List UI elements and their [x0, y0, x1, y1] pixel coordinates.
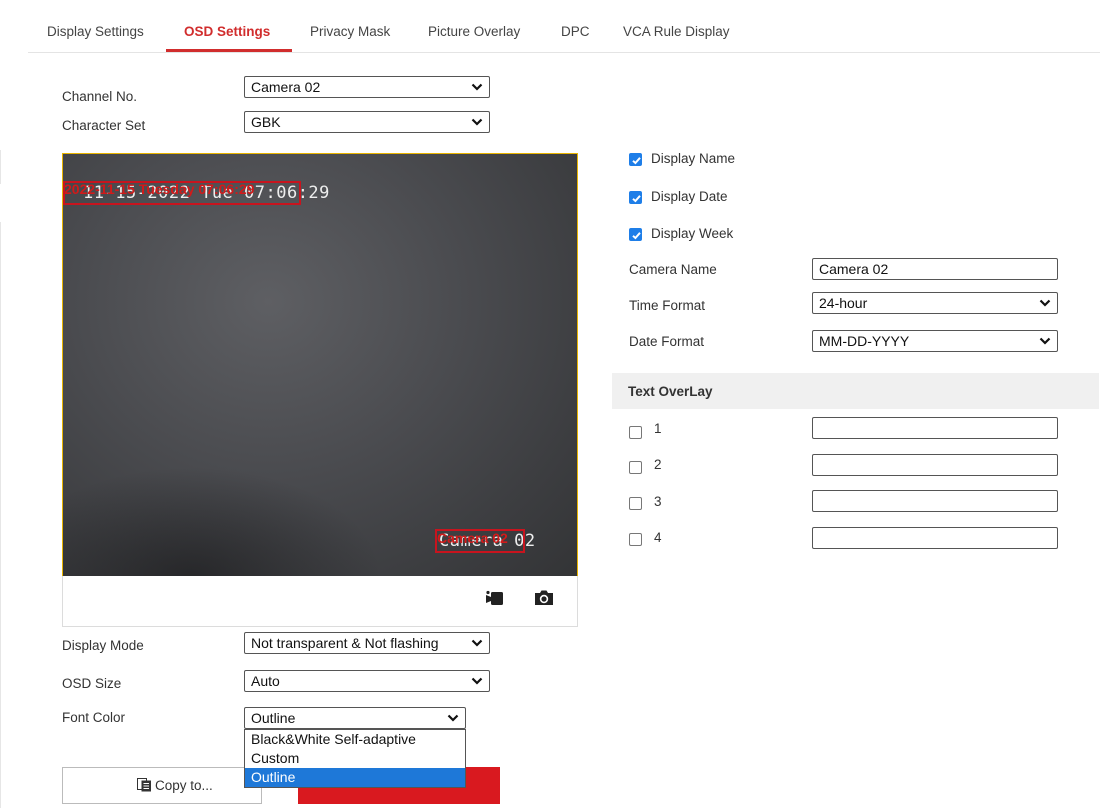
display-name-label: Display Name — [651, 151, 736, 166]
copy-to-button[interactable]: Copy to... — [62, 767, 262, 804]
text-overlay-checkbox-4[interactable] — [629, 533, 642, 546]
time-format-label: Time Format — [629, 298, 706, 313]
channel-select[interactable]: Camera 02 — [244, 76, 490, 98]
display-mode-select-value: Not transparent & Not flashing — [251, 635, 439, 651]
display-mode-label: Display Mode — [62, 638, 144, 653]
font-color-label: Font Color — [62, 710, 126, 725]
osd-size-select-value: Auto — [251, 673, 280, 689]
text-overlay-input-4[interactable] — [812, 527, 1058, 549]
osd-size-label: OSD Size — [62, 676, 122, 691]
camera-name-label: Camera Name — [629, 262, 717, 277]
font-color-option[interactable]: Custom — [245, 749, 465, 768]
display-week-label: Display Week — [651, 226, 734, 241]
text-overlay-label-1: 1 — [654, 421, 662, 436]
time-format-select[interactable]: 24-hour — [812, 292, 1058, 314]
video-record-icon[interactable] — [486, 590, 504, 606]
text-overlay-label-2: 2 — [654, 457, 662, 472]
active-tab-indicator — [166, 49, 292, 52]
chevron-down-icon — [471, 83, 483, 91]
display-mode-select[interactable]: Not transparent & Not flashing — [244, 632, 490, 654]
chevron-down-icon — [471, 639, 483, 647]
text-overlay-checkbox-3[interactable] — [629, 497, 642, 510]
date-format-select-value: MM-DD-YYYY — [819, 333, 910, 349]
font-color-option[interactable]: Black&White Self-adaptive — [245, 730, 465, 749]
check-icon — [632, 157, 641, 165]
text-overlay-title: Text OverLay — [628, 384, 713, 399]
display-week-checkbox[interactable] — [629, 228, 642, 241]
text-overlay-label-3: 3 — [654, 494, 662, 509]
tab-vca-rule-display[interactable]: VCA Rule Display — [623, 24, 730, 39]
check-icon — [632, 195, 641, 203]
display-date-label: Display Date — [651, 189, 728, 204]
charset-select-value: GBK — [251, 114, 281, 130]
font-color-dropdown[interactable]: Black&White Self-adaptive Custom Outline — [244, 729, 466, 788]
copy-icon — [137, 778, 151, 792]
text-overlay-checkbox-2[interactable] — [629, 461, 642, 474]
chevron-down-icon — [1039, 337, 1051, 345]
left-divider — [0, 150, 1, 184]
font-color-option-selected[interactable]: Outline — [245, 768, 465, 787]
text-overlay-input-1[interactable] — [812, 417, 1058, 439]
text-overlay-label-4: 4 — [654, 530, 662, 545]
left-divider — [0, 222, 1, 808]
charset-label: Character Set — [62, 118, 146, 133]
copy-to-label: Copy to... — [155, 778, 213, 793]
osd-size-select[interactable]: Auto — [244, 670, 490, 692]
preview-toolbar — [62, 576, 578, 627]
osd-date-box[interactable] — [63, 181, 301, 205]
time-format-select-value: 24-hour — [819, 295, 868, 311]
text-overlay-checkbox-1[interactable] — [629, 426, 642, 439]
camera-icon[interactable] — [534, 589, 554, 606]
display-name-checkbox[interactable] — [629, 153, 642, 166]
tab-osd-settings[interactable]: OSD Settings — [184, 24, 270, 39]
tab-dpc[interactable]: DPC — [561, 24, 590, 39]
preview-shadow — [63, 466, 383, 576]
channel-label: Channel No. — [62, 89, 138, 104]
display-date-checkbox[interactable] — [629, 191, 642, 204]
osd-camera-name-box[interactable] — [435, 529, 525, 553]
text-overlay-header: Text OverLay — [612, 373, 1099, 409]
chevron-down-icon — [471, 118, 483, 126]
tab-display-settings[interactable]: Display Settings — [47, 24, 144, 39]
chevron-down-icon — [1039, 299, 1051, 307]
charset-select[interactable]: GBK — [244, 111, 490, 133]
date-format-select[interactable]: MM-DD-YYYY — [812, 330, 1058, 352]
channel-select-value: Camera 02 — [251, 79, 321, 95]
text-overlay-input-3[interactable] — [812, 490, 1058, 512]
text-overlay-input-2[interactable] — [812, 454, 1058, 476]
camera-name-input[interactable] — [812, 258, 1058, 280]
check-icon — [632, 232, 641, 240]
video-preview[interactable]: 11-15-2022 Tue 07:06:29 2022-11-15 Tuesd… — [62, 153, 578, 577]
date-format-label: Date Format — [629, 334, 705, 349]
chevron-down-icon — [447, 714, 459, 722]
tab-privacy-mask[interactable]: Privacy Mask — [310, 24, 390, 39]
tab-picture-overlay[interactable]: Picture Overlay — [428, 24, 520, 39]
font-color-select[interactable]: Outline — [244, 707, 466, 729]
font-color-select-value: Outline — [251, 710, 296, 726]
chevron-down-icon — [471, 677, 483, 685]
